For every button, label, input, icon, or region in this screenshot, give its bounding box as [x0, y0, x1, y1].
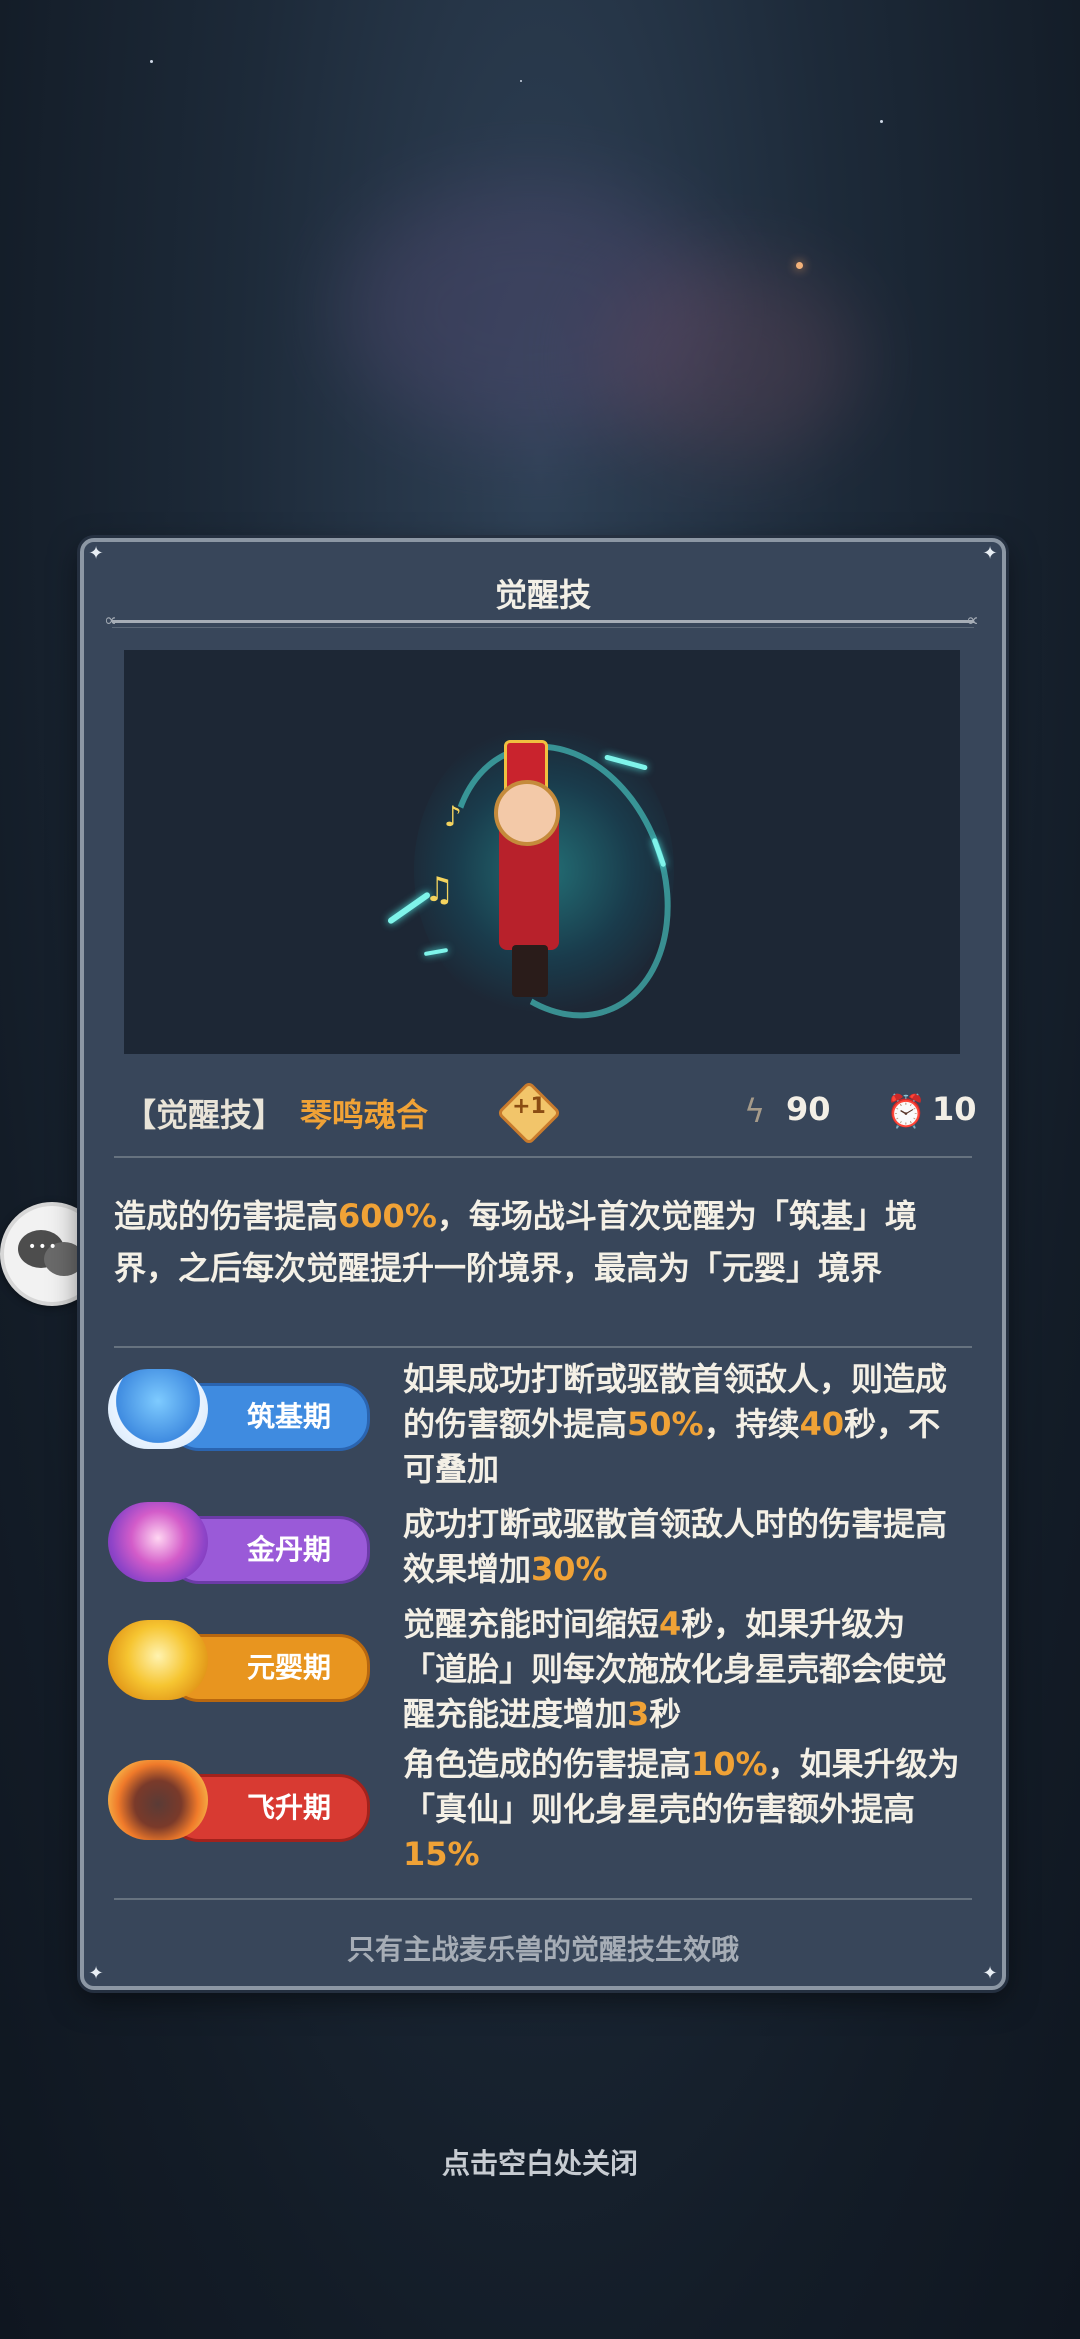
panel-footnote: 只有主战麦乐兽的觉醒技生效哦 [346, 1933, 739, 1966]
corner-ornament: ✦ [88, 1963, 104, 1984]
pavilion-cloud-icon [108, 1369, 208, 1449]
realm-row-jindan: 金丹期 成功打断或驱散首领敌人时的伤害提高效果增加30% [108, 1502, 988, 1592]
realm-row-feisheng: 飞升期 角色造成的伤害提高10%，如果升级为「真仙」则化身星壳的伤害额外提高15… [108, 1742, 988, 1882]
golden-orb-icon [108, 1502, 208, 1582]
title-divider [112, 620, 974, 628]
divider [114, 1898, 972, 1900]
dots-icon: ••• [28, 1239, 59, 1255]
star [150, 60, 153, 63]
skill-header-row: 【觉醒技】 琴鸣魂合 +1 ϟ 90 ⏰ 10 [124, 1080, 977, 1146]
star [880, 120, 883, 123]
divider-ornament: ∝ [104, 610, 117, 631]
star [796, 262, 803, 269]
lotus-icon [108, 1620, 208, 1700]
divider-ornament: ∝ [966, 610, 979, 631]
skill-description: 造成的伤害提高600%，每场战斗首次觉醒为「筑基」境界，之后每次觉醒提升一阶境界… [114, 1197, 917, 1287]
realm-row-zhuji: 筑基期 如果成功打断或驱散首领敌人，则造成的伤害额外提高50%，持续40秒，不可… [108, 1357, 988, 1497]
cooldown-value: 10 [932, 1090, 977, 1128]
character-legs [512, 945, 548, 997]
panel-title: 觉醒技 [494, 576, 591, 614]
realm-row-yuanying: 元婴期 觉醒充能时间缩短4秒，如果升级为「道胎」则每次施放化身星壳都会使觉醒充能… [108, 1602, 988, 1742]
realm-badge: 飞升期 [108, 1760, 370, 1842]
corner-ornament: ✦ [88, 543, 104, 564]
divider [114, 1156, 972, 1158]
nebula-glow [600, 260, 860, 460]
divider [114, 1346, 972, 1348]
skill-type-label: 【觉醒技】 [124, 1096, 285, 1134]
realm-badge: 金丹期 [108, 1502, 370, 1584]
music-note-icon: ♫ [424, 870, 455, 910]
realm-effect-text: 觉醒充能时间缩短4秒，如果升级为「道胎」则每次施放化身星壳都会使觉醒充能进度增加… [403, 1605, 948, 1733]
music-note-icon: ♪ [444, 800, 462, 833]
energy-cost: 90 [786, 1090, 831, 1128]
skill-name: 琴鸣魂合 [300, 1096, 429, 1134]
alarm-clock-icon: ⏰ [886, 1092, 926, 1130]
skill-preview-animation: ♫ ♪ [124, 650, 960, 1054]
star [520, 80, 522, 82]
character-head [494, 780, 560, 846]
realm-effect-text: 角色造成的伤害提高10%，如果升级为「真仙」则化身星壳的伤害额外提高15% [403, 1745, 960, 1873]
awakening-skill-panel: ✦ ✦ ✦ ✦ 觉醒技 ∝ ∝ ♫ ♪ 【觉醒技】 琴鸣魂合 +1 ϟ 90 ⏰… [80, 538, 1006, 1990]
realm-effect-text: 成功打断或驱散首领敌人时的伤害提高效果增加30% [403, 1505, 948, 1588]
corner-ornament: ✦ [982, 543, 998, 564]
realm-badge: 元婴期 [108, 1620, 370, 1702]
realm-badge: 筑基期 [108, 1369, 370, 1451]
corner-ornament: ✦ [982, 1963, 998, 1984]
lightning-icon: ϟ [744, 1092, 766, 1130]
close-hint[interactable]: 点击空白处关闭 [0, 2142, 1080, 2182]
skill-level-text: +1 [512, 1094, 546, 1119]
flame-mountain-icon [108, 1760, 208, 1840]
realm-effect-text: 如果成功打断或驱散首领敌人，则造成的伤害额外提高50%，持续40秒，不可叠加 [403, 1360, 948, 1488]
